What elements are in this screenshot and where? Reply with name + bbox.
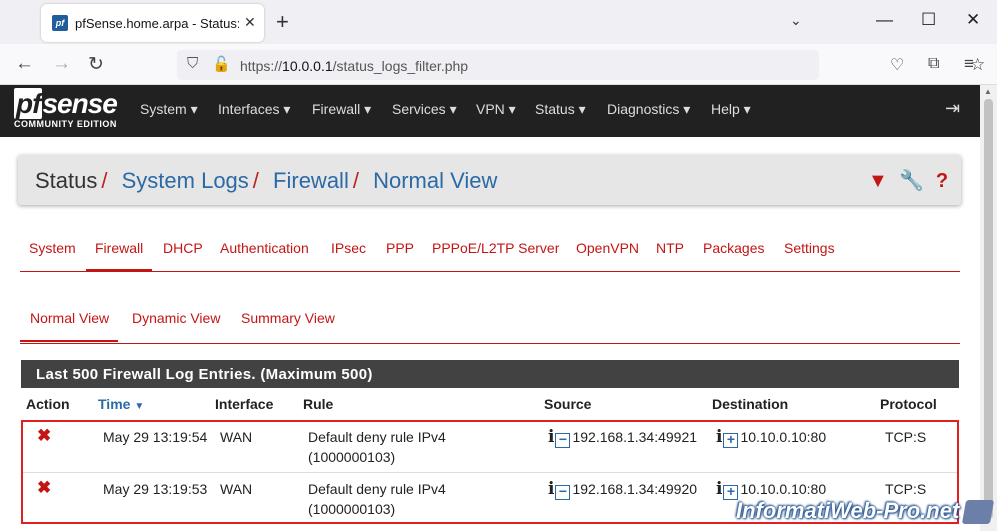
col-source: Source	[544, 396, 592, 412]
tab-packages[interactable]: Packages	[703, 240, 764, 256]
row-divider	[23, 472, 957, 473]
pocket-icon[interactable]: ♡	[890, 55, 904, 75]
page-scrollbar[interactable]: ▲	[980, 85, 997, 531]
active-view-underline	[20, 340, 118, 342]
menu-firewall[interactable]: Firewall ▾	[312, 101, 371, 118]
browser-tab-bar: pf pfSense.home.arpa - Status: System Lo…	[0, 0, 997, 44]
col-time[interactable]: Time ▼	[98, 396, 144, 412]
remove-rule-icon[interactable]: −	[555, 432, 571, 448]
breadcrumb: Status / System Logs / Firewall / Normal Vi…	[18, 155, 961, 205]
breadcrumb-firewall[interactable]: Firewall	[273, 168, 349, 193]
row-destination: i +10.10.0.10:80	[716, 479, 827, 500]
tab-ppp[interactable]: PPP	[386, 240, 414, 256]
row-rule[interactable]: Default deny rule IPv4 (1000000103)	[308, 479, 446, 519]
tab-pppoe-l2tp[interactable]: PPPoE/L2TP Server	[432, 240, 559, 256]
view-tabs: Normal View Dynamic View Summary View	[20, 300, 960, 344]
menu-services[interactable]: Services ▾	[392, 101, 457, 118]
tab-summary-view[interactable]: Summary View	[241, 310, 335, 326]
pfsense-navbar: pfsense COMMUNITY EDITION System ▾ Inter…	[0, 85, 980, 137]
breadcrumb-normal-view[interactable]: Normal View	[373, 168, 497, 193]
tab-ipsec[interactable]: IPsec	[331, 240, 366, 256]
row-rule[interactable]: Default deny rule IPv4 (1000000103)	[308, 427, 446, 467]
row-time: May 29 13:19:53	[103, 481, 208, 497]
col-action: Action	[26, 396, 70, 412]
remove-rule-icon[interactable]: −	[555, 484, 571, 500]
back-icon[interactable]: ←	[15, 53, 34, 75]
url-bar[interactable]: ⛉ 🔓 https://10.0.0.1/status_logs_filter.…	[177, 50, 985, 80]
pfsense-logo[interactable]: pfsense COMMUNITY EDITION	[14, 88, 118, 129]
help-icon[interactable]: ?	[936, 170, 948, 192]
shield-icon[interactable]: ⛉	[187, 55, 198, 72]
menu-help[interactable]: Help ▾	[711, 101, 751, 118]
col-protocol: Protocol	[880, 396, 937, 412]
pfsense-favicon-icon: pf	[52, 15, 68, 31]
view-tabs-divider	[20, 343, 960, 344]
reload-icon[interactable]: ↻	[88, 53, 104, 76]
url-text[interactable]: https://10.0.0.1/status_logs_filter.php	[240, 58, 468, 74]
row-source: i −192.168.1.34:49920	[548, 479, 698, 500]
tab-system[interactable]: System	[29, 240, 76, 256]
tab-title: pfSense.home.arpa - Status: System Logs	[75, 16, 239, 31]
add-rule-icon[interactable]: +	[723, 432, 739, 448]
info-icon[interactable]: i	[716, 427, 722, 447]
menu-status[interactable]: Status ▾	[535, 101, 586, 118]
col-interface: Interface	[215, 396, 274, 412]
row-source: i −192.168.1.34:49921	[548, 427, 698, 448]
maximize-icon[interactable]: ☐	[921, 10, 936, 30]
panel-title: Last 500 Firewall Log Entries. (Maximum …	[21, 360, 959, 388]
lock-icon[interactable]: 🔓	[212, 55, 231, 73]
row-interface: WAN	[220, 429, 253, 445]
row-time: May 29 13:19:54	[103, 429, 208, 445]
menu-interfaces[interactable]: Interfaces ▾	[218, 101, 290, 118]
forward-icon[interactable]: →	[52, 53, 71, 75]
minimize-icon[interactable]: —	[876, 10, 893, 30]
logout-icon[interactable]: ⇥	[945, 98, 960, 119]
menu-diagnostics[interactable]: Diagnostics ▾	[607, 101, 690, 118]
block-action-icon[interactable]: ✖	[37, 478, 51, 498]
sort-desc-icon: ▼	[134, 401, 145, 412]
filter-icon[interactable]: ▼	[868, 170, 888, 192]
col-rule: Rule	[303, 396, 334, 412]
new-tab-icon[interactable]: +	[276, 9, 289, 35]
list-tabs-icon[interactable]: ⌄	[790, 12, 802, 29]
row-protocol: TCP:S	[885, 481, 927, 497]
col-destination: Destination	[712, 396, 789, 412]
breadcrumb-system-logs[interactable]: System Logs	[122, 168, 249, 193]
tab-dhcp[interactable]: DHCP	[163, 240, 203, 256]
watermark: InformatiWeb-Pro.net	[736, 498, 960, 523]
tab-ntp[interactable]: NTP	[656, 240, 684, 256]
info-icon[interactable]: i	[548, 427, 554, 447]
breadcrumb-status: Status	[35, 168, 98, 193]
info-icon[interactable]: i	[716, 479, 722, 499]
watermark-logo-icon	[961, 500, 995, 524]
browser-tab[interactable]: pf pfSense.home.arpa - Status: System Lo…	[41, 4, 264, 42]
block-action-icon[interactable]: ✖	[37, 426, 51, 446]
close-window-icon[interactable]: ✕	[966, 10, 980, 30]
tab-settings[interactable]: Settings	[784, 240, 835, 256]
close-tab-icon[interactable]: ✕	[244, 14, 256, 31]
tab-normal-view[interactable]: Normal View	[30, 310, 109, 326]
info-icon[interactable]: i	[548, 479, 554, 499]
menu-system[interactable]: System ▾	[140, 101, 198, 118]
tab-authentication[interactable]: Authentication	[220, 240, 309, 256]
wrench-icon[interactable]: 🔧	[899, 170, 924, 192]
tab-firewall[interactable]: Firewall	[95, 240, 143, 256]
tab-openvpn[interactable]: OpenVPN	[576, 240, 639, 256]
row-interface: WAN	[220, 481, 253, 497]
menu-vpn[interactable]: VPN ▾	[476, 101, 516, 118]
tab-dynamic-view[interactable]: Dynamic View	[132, 310, 220, 326]
tabs-divider	[20, 271, 960, 272]
app-menu-icon[interactable]: ≡	[964, 54, 974, 74]
row-destination: i +10.10.0.10:80	[716, 427, 827, 448]
log-tabs: System Firewall DHCP Authentication IPse…	[20, 228, 960, 271]
row-protocol: TCP:S	[885, 429, 927, 445]
browser-nav-bar: ← → ↻ ⛉ 🔓 https://10.0.0.1/status_logs_f…	[0, 44, 997, 85]
extensions-icon[interactable]: ⧉	[928, 55, 939, 73]
